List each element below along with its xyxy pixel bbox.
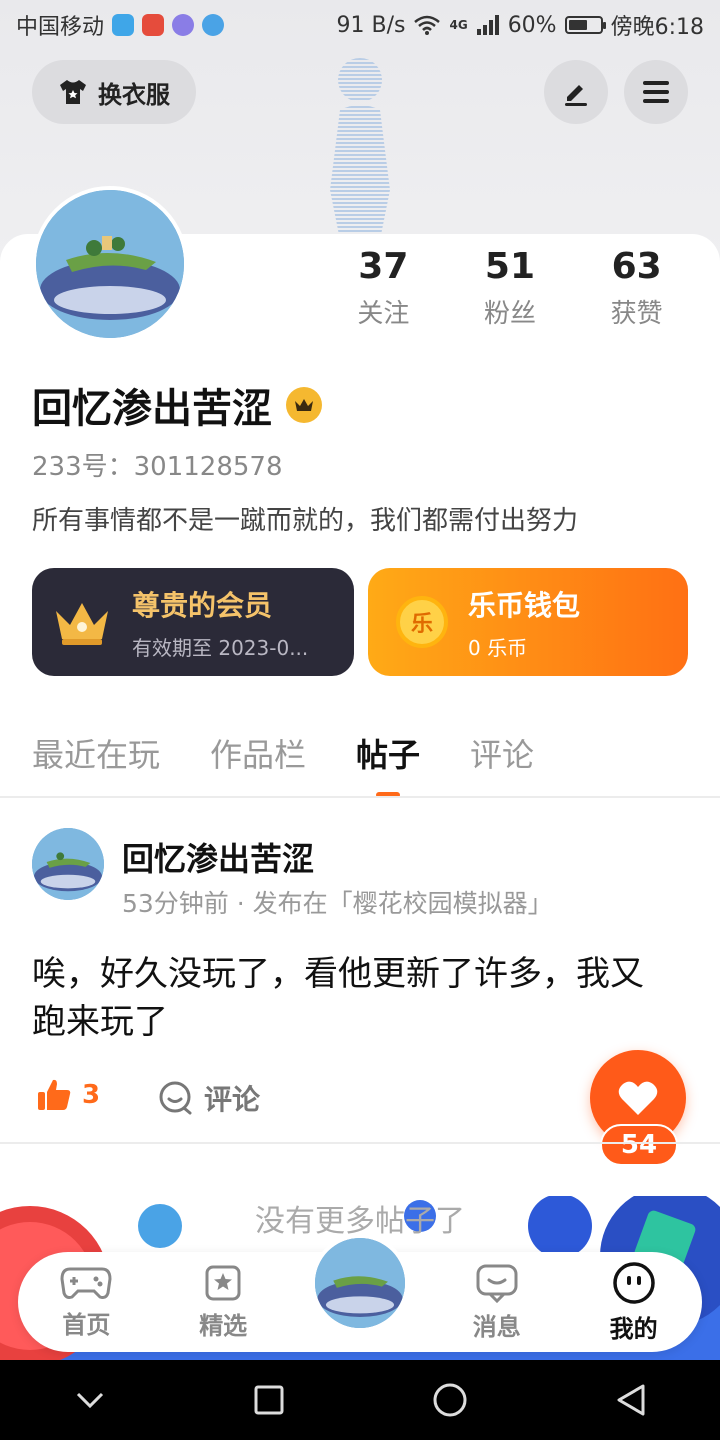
clock: 傍晚6:18: [610, 15, 704, 40]
comment-bubble-icon: [159, 1081, 192, 1115]
post-author-avatar[interactable]: [32, 828, 104, 900]
network-type: 4G: [449, 18, 468, 32]
recents-square-icon[interactable]: [253, 1384, 285, 1416]
gamepad-icon: [60, 1267, 112, 1299]
game-app-icon: [142, 14, 165, 36]
post-comment-button[interactable]: 评论: [158, 1078, 260, 1118]
wallet-balance: 0 乐币: [468, 635, 528, 660]
browser-app-icon: [202, 14, 225, 36]
post-body[interactable]: 唉，好久没玩了，看他更新了许多，我又跑来玩了: [32, 950, 652, 1046]
nav-user-avatar[interactable]: [310, 1234, 409, 1332]
wallet-title: 乐币钱包: [468, 588, 581, 622]
battery-percent: 60%: [507, 12, 557, 38]
gold-crown-icon: [56, 603, 108, 645]
network-speed: 91 B/s: [336, 12, 406, 38]
user-id: 233号：301128578: [32, 452, 283, 482]
tab-posts[interactable]: 帖子: [356, 730, 420, 776]
vip-membership-card[interactable]: 尊贵的会员 有效期至 2023-0...: [32, 568, 354, 676]
hamburger-menu-icon: [643, 81, 669, 103]
username-text: 回忆渗出苦涩: [32, 386, 272, 432]
tshirt-icon: [60, 80, 86, 104]
tab-comments[interactable]: 评论: [470, 730, 534, 776]
stat-label: 获赞: [610, 299, 663, 329]
music-app-icon: [172, 14, 195, 36]
back-triangle-icon[interactable]: [615, 1383, 647, 1417]
signal-icon: [476, 15, 499, 35]
username: 回忆渗出苦涩: [32, 376, 322, 434]
vip-expiry: 有效期至 2023-0...: [132, 635, 309, 660]
tab-recently-played[interactable]: 最近在玩: [32, 730, 160, 776]
shield-app-icon: [112, 14, 135, 36]
profile-avatar[interactable]: [32, 186, 188, 342]
avatar-figure-illustration: [330, 58, 390, 240]
menu-button[interactable]: [624, 60, 688, 124]
stat-following[interactable]: 37 关注: [357, 246, 409, 330]
stat-value: 37: [358, 246, 409, 287]
user-bio: 所有事情都不是一蹴而就的，我们都需付出努力: [32, 506, 579, 536]
stat-likes-received[interactable]: 63 获赞: [611, 246, 663, 330]
nav-label: 精选: [199, 1311, 248, 1340]
carrier-label: 中国移动: [16, 15, 105, 40]
stat-label: 粉丝: [483, 299, 536, 329]
whale-avatar-image: [32, 828, 104, 900]
chevron-down-icon[interactable]: [74, 1390, 106, 1410]
message-bubble-icon: [476, 1264, 518, 1303]
nav-label: 我的: [609, 1314, 658, 1343]
post-meta: 53分钟前 · 发布在「樱花校园模拟器」: [122, 889, 553, 918]
edit-profile-button[interactable]: [544, 60, 608, 124]
coin-icon: 乐: [396, 596, 448, 648]
change-outfit-button[interactable]: 换衣服: [32, 60, 196, 124]
star-bookmark-icon: [205, 1265, 241, 1300]
nav-mine[interactable]: 我的: [579, 1261, 689, 1344]
nav-messages[interactable]: 消息: [442, 1263, 552, 1342]
change-outfit-label: 换衣服: [98, 80, 170, 109]
nav-label: 消息: [472, 1312, 521, 1341]
nav-avatar-center[interactable]: [305, 1234, 415, 1352]
post-author-name[interactable]: 回忆渗出苦涩: [122, 834, 314, 880]
nav-home[interactable]: 首页: [31, 1265, 141, 1340]
coin-label: 乐: [410, 612, 433, 637]
tabs-divider: [0, 796, 720, 798]
crown-badge-icon: [286, 387, 322, 423]
whale-avatar-image: [314, 1238, 405, 1328]
nav-featured[interactable]: 精选: [168, 1264, 278, 1341]
stat-value: 51: [484, 246, 536, 287]
stat-value: 63: [611, 246, 662, 287]
post-divider: [0, 1142, 720, 1144]
bottom-navigation: 首页 精选 消息 我的: [18, 1234, 702, 1352]
nav-label: 首页: [62, 1310, 111, 1339]
status-bar: 中国移动 91 B/s 4G 60% 傍晚6:18: [0, 0, 720, 50]
stat-label: 关注: [357, 299, 410, 329]
whale-avatar-image: [36, 190, 184, 338]
tab-works[interactable]: 作品栏: [210, 730, 306, 776]
comment-label: 评论: [204, 1083, 261, 1116]
smiley-profile-icon: [612, 1261, 655, 1304]
system-navigation-bar: [0, 1360, 720, 1440]
thumbs-up-icon: [38, 1079, 71, 1110]
profile-stats: 37 关注 51 粉丝 63 获赞: [320, 246, 700, 330]
vip-title: 尊贵的会员: [132, 588, 273, 622]
heart-icon: [618, 1081, 658, 1115]
like-count: 3: [82, 1080, 101, 1110]
battery-icon: [564, 16, 606, 34]
home-circle-icon[interactable]: [432, 1382, 468, 1418]
pencil-icon: [565, 85, 587, 106]
heart-count-badge: 54: [600, 1124, 678, 1166]
wifi-icon: [414, 15, 441, 35]
wallet-card[interactable]: 乐 乐币钱包 0 乐币: [368, 568, 688, 676]
stat-followers[interactable]: 51 粉丝: [484, 246, 536, 330]
post-like-button[interactable]: 3: [36, 1078, 100, 1112]
profile-tabs: 最近在玩 作品栏 帖子 评论: [32, 730, 534, 776]
